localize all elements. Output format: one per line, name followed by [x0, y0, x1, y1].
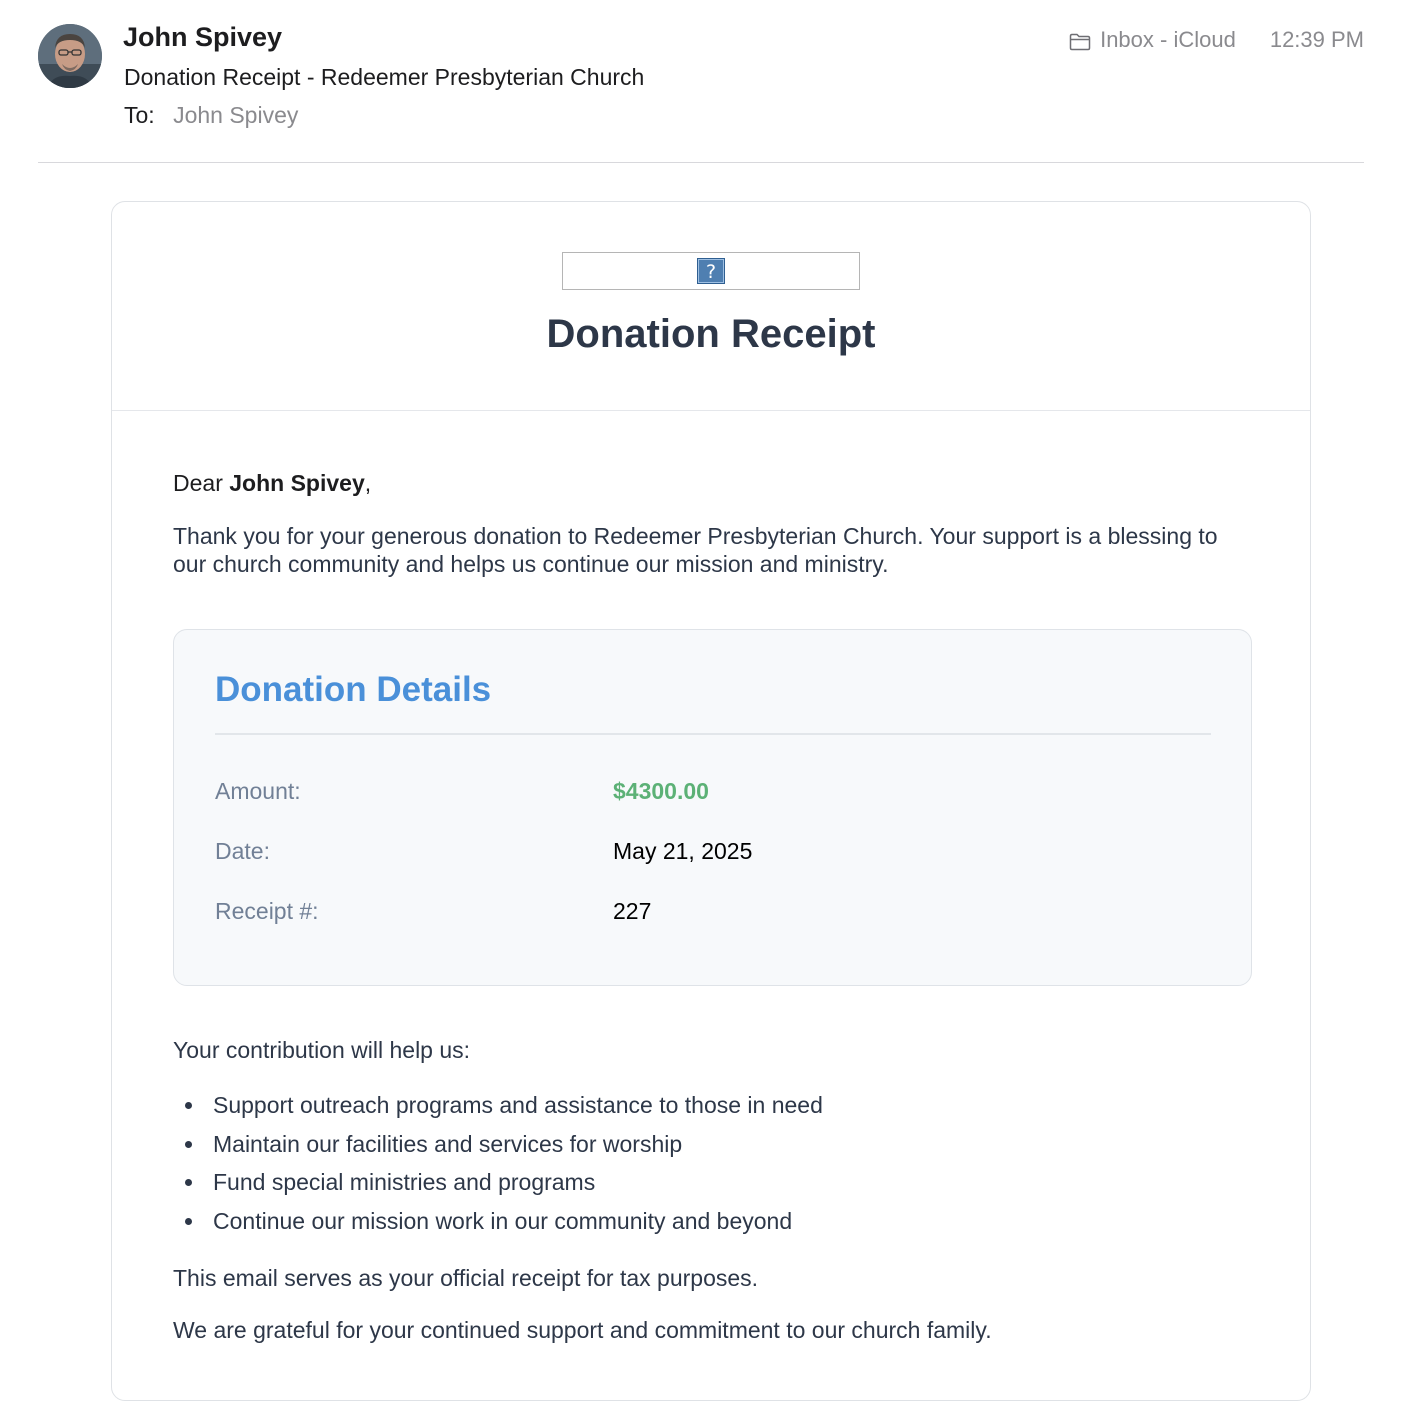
date-label: Date: [215, 838, 270, 864]
avatar-image [38, 24, 102, 88]
intro-paragraph: Thank you for your generous donation to … [173, 523, 1218, 577]
recipient-name[interactable]: John Spivey [173, 102, 298, 128]
donation-details-box: Donation Details Amount: $4300.00 Date: … [173, 629, 1252, 986]
greeting-suffix: , [364, 470, 372, 496]
date-value: May 21, 2025 [613, 838, 753, 864]
tax-note: This email serves as your official recei… [173, 1265, 759, 1291]
list-item: Support outreach programs and assistance… [173, 1090, 823, 1129]
list-item: Continue our mission work in our communi… [173, 1206, 823, 1245]
detail-row-date: Date: May 21, 2025 [215, 838, 1211, 868]
church-logo-placeholder: ? [562, 252, 860, 290]
donation-details-title: Donation Details [215, 670, 492, 709]
receipt-number-value: 227 [613, 898, 652, 924]
sender-avatar[interactable] [38, 24, 102, 88]
message-header: John Spivey Donation Receipt - Redeemer … [38, 22, 1364, 162]
greeting: Dear John Spivey, [173, 470, 371, 497]
to-label: To: [124, 102, 155, 128]
contribution-intro: Your contribution will help us: [173, 1037, 471, 1063]
greeting-name: John Spivey [229, 470, 365, 496]
detail-row-receipt-number: Receipt #: 227 [215, 898, 1211, 928]
greeting-prefix: Dear [173, 470, 230, 496]
message-meta: Inbox - iCloud 12:39 PM [1069, 27, 1364, 53]
header-divider [38, 162, 1364, 163]
list-item: Maintain our facilities and services for… [173, 1129, 823, 1168]
recipient-line: To: John Spivey [124, 102, 298, 129]
sender-name[interactable]: John Spivey [123, 22, 282, 53]
mailbox-name[interactable]: Inbox - iCloud [1100, 27, 1236, 53]
detail-row-amount: Amount: $4300.00 [215, 778, 1211, 808]
receipt-header: ? Donation Receipt [112, 202, 1310, 411]
closing-paragraph: We are grateful for your continued suppo… [173, 1317, 992, 1343]
folder-icon [1069, 31, 1091, 51]
email-body-card: ? Donation Receipt Dear John Spivey, Tha… [111, 201, 1311, 1401]
receipt-number-label: Receipt #: [215, 898, 319, 924]
receipt-title: Donation Receipt [546, 312, 876, 356]
details-divider [215, 733, 1211, 735]
message-time: 12:39 PM [1269, 27, 1364, 52]
broken-image-icon: ? [697, 258, 725, 284]
amount-label: Amount: [215, 778, 301, 804]
contribution-list: Support outreach programs and assistance… [173, 1090, 823, 1244]
list-item: Fund special ministries and programs [173, 1167, 823, 1206]
message-subject: Donation Receipt - Redeemer Presbyterian… [124, 64, 645, 90]
amount-value: $4300.00 [613, 778, 709, 804]
